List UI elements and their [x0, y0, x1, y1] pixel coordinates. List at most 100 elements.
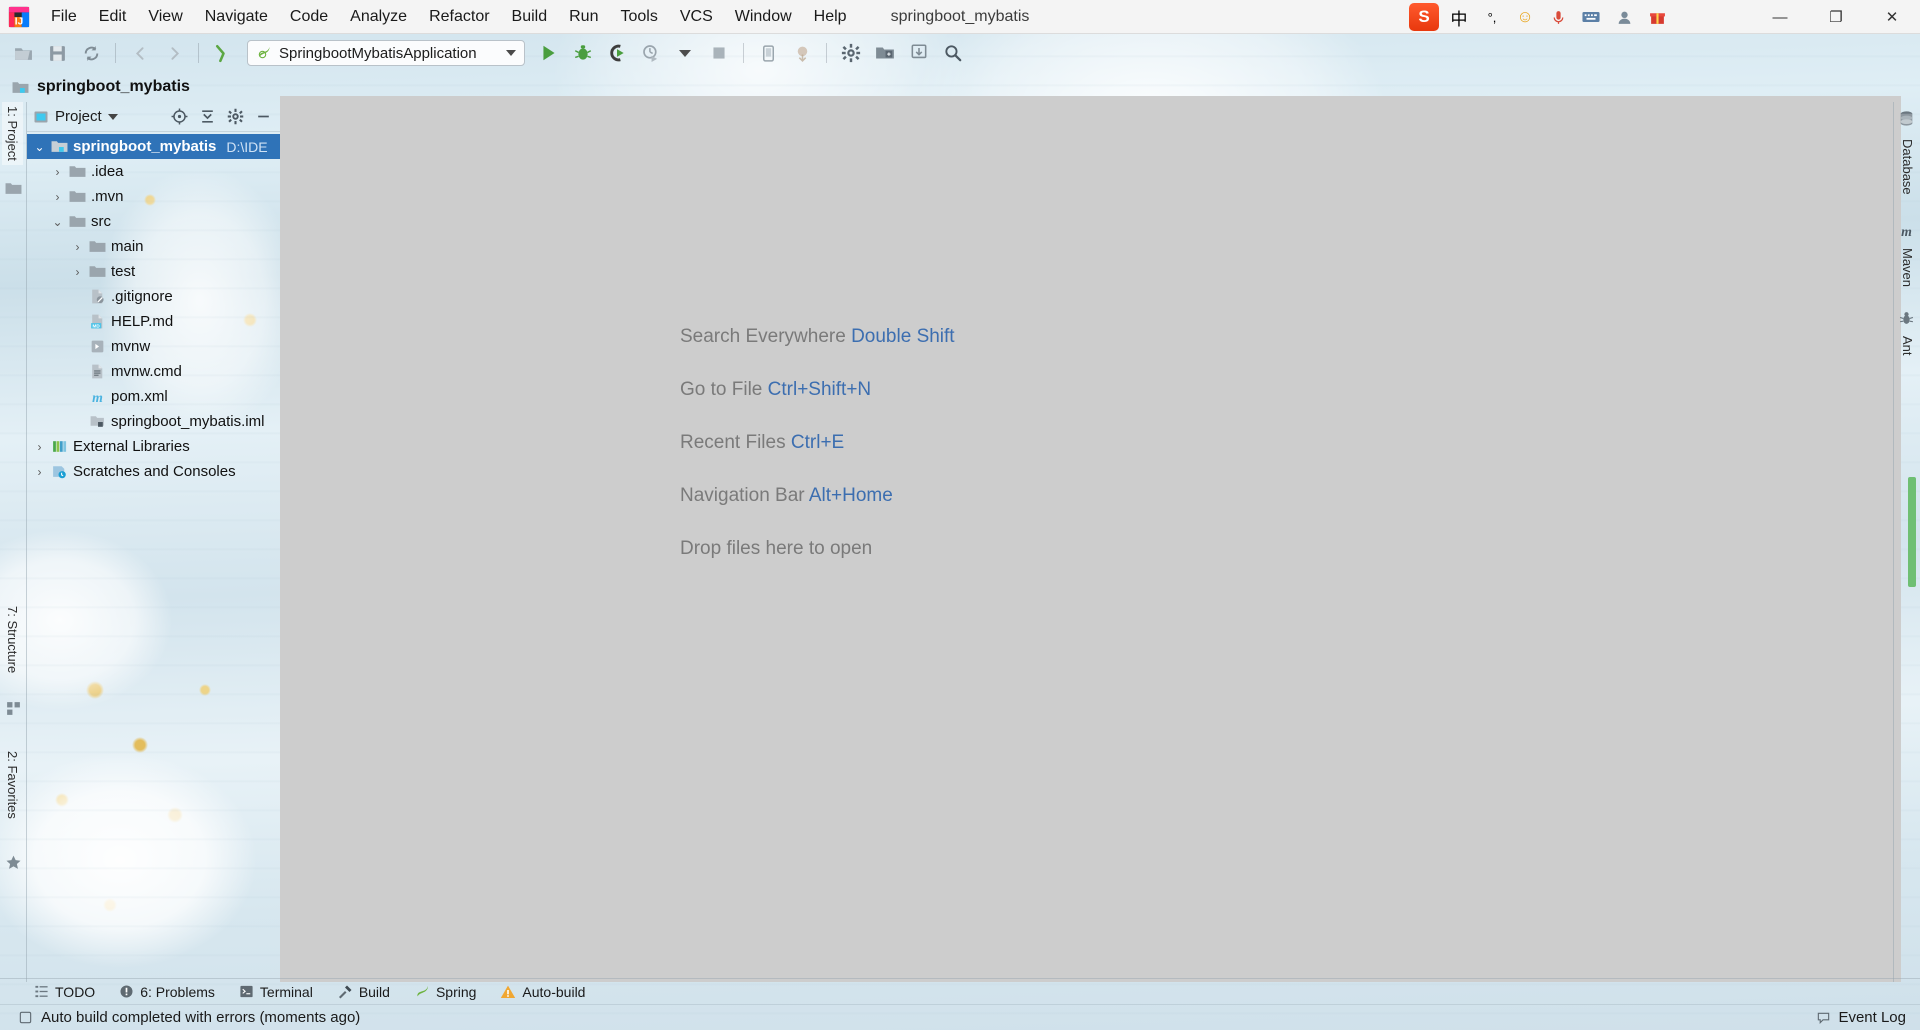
forward-icon[interactable] — [159, 38, 189, 68]
punctuation-mode-icon[interactable]: °, — [1479, 4, 1505, 30]
system-tray: S 中 °, ☺ — [1409, 0, 1670, 34]
keyboard-icon[interactable] — [1578, 4, 1604, 30]
sdk-manager-icon[interactable] — [787, 38, 817, 68]
stop-icon[interactable] — [704, 38, 734, 68]
build-hammer-icon — [338, 985, 352, 998]
tree-node-springboot-mybatis[interactable]: ⌄ springboot_mybatis D:\IDE — [27, 134, 280, 159]
tree-node-test[interactable]: › test — [27, 259, 280, 284]
menu-window[interactable]: Window — [724, 0, 803, 33]
project-view-icon — [34, 111, 48, 122]
search-everywhere-icon[interactable] — [938, 38, 968, 68]
run-configuration-selector[interactable]: SpringbootMybatisApplication — [247, 40, 525, 66]
sync-icon[interactable] — [76, 38, 106, 68]
menu-view[interactable]: View — [137, 0, 193, 33]
tree-node-help-md[interactable]: › MD HELP.md — [27, 309, 280, 334]
menu-code[interactable]: Code — [279, 0, 339, 33]
sidebar-item-ant[interactable]: Ant — [1897, 332, 1918, 360]
sidebar-item-favorites[interactable]: 2: Favorites — [2, 747, 23, 823]
user-icon[interactable] — [1611, 4, 1637, 30]
microphone-icon[interactable] — [1545, 4, 1571, 30]
chevron-right-icon[interactable]: › — [51, 165, 64, 179]
debug-icon[interactable] — [568, 38, 598, 68]
hint-go-to-file-label: Go to File — [680, 379, 763, 400]
update-project-icon[interactable] — [904, 38, 934, 68]
sidebar-item-database[interactable]: Database — [1897, 135, 1918, 199]
markdown-file-icon: MD — [91, 314, 103, 328]
minimize-button[interactable]: — — [1752, 0, 1808, 34]
sidebar-item-project[interactable]: 1: Project — [2, 102, 23, 165]
emoji-icon[interactable]: ☺ — [1512, 4, 1538, 30]
collapse-all-icon[interactable] — [196, 106, 218, 128]
gift-icon[interactable] — [1644, 4, 1670, 30]
open-project-icon[interactable] — [8, 38, 38, 68]
tree-node-mvnw[interactable]: › mvnw — [27, 334, 280, 359]
tree-node-src[interactable]: ⌄ src — [27, 209, 280, 234]
event-log-icon — [1818, 1012, 1830, 1025]
menu-help[interactable]: Help — [803, 0, 858, 33]
close-button[interactable]: ✕ — [1864, 0, 1920, 34]
chevron-down-icon[interactable]: ⌄ — [51, 215, 64, 229]
bottom-item-todo[interactable]: TODO — [22, 980, 107, 1004]
tree-node-pom-xml[interactable]: › m pom.xml — [27, 384, 280, 409]
tree-node-external-libraries[interactable]: › External Libraries — [27, 434, 280, 459]
project-structure-icon[interactable] — [870, 38, 900, 68]
sidebar-item-structure[interactable]: 7: Structure — [2, 602, 23, 677]
tree-node-mvnw-cmd[interactable]: › mvnw.cmd — [27, 359, 280, 384]
chevron-down-icon[interactable] — [506, 50, 516, 56]
menu-refactor[interactable]: Refactor — [418, 0, 500, 33]
settings-gear-icon[interactable] — [836, 38, 866, 68]
profile-icon[interactable] — [636, 38, 666, 68]
maximize-button[interactable]: ❐ — [1808, 0, 1864, 34]
menu-edit[interactable]: Edit — [88, 0, 138, 33]
event-log-label[interactable]: Event Log — [1838, 1009, 1906, 1026]
bottom-item-problems-label: 6: Problems — [140, 983, 215, 1000]
chevron-down-icon[interactable]: ⌄ — [33, 140, 46, 154]
chevron-down-icon[interactable] — [107, 113, 118, 120]
chevron-right-icon[interactable]: › — [51, 190, 64, 204]
device-manager-icon[interactable] — [753, 38, 783, 68]
scroll-from-source-icon[interactable] — [168, 106, 190, 128]
menu-file[interactable]: File — [40, 0, 88, 33]
folder-icon — [69, 166, 86, 177]
project-window-title: Project — [55, 108, 102, 125]
sidebar-item-maven[interactable]: Maven — [1897, 244, 1918, 291]
chevron-right-icon[interactable]: › — [71, 240, 84, 254]
tree-node-mvn[interactable]: › .mvn — [27, 184, 280, 209]
chinese-input-mode-icon[interactable]: 中 — [1446, 4, 1472, 30]
tree-node-idea[interactable]: › .idea — [27, 159, 280, 184]
folder-icon — [69, 216, 86, 227]
menu-analyze[interactable]: Analyze — [339, 0, 418, 33]
run-icon[interactable] — [534, 38, 564, 68]
tree-node-scratches-and-consoles[interactable]: › Scratches and Consoles — [27, 459, 280, 484]
editor-scrollbar-thumb[interactable] — [1908, 477, 1916, 587]
menu-vcs[interactable]: VCS — [669, 0, 724, 33]
bottom-item-build[interactable]: Build — [325, 980, 402, 1004]
tree-node-gitignore[interactable]: › .gitignore — [27, 284, 280, 309]
hide-window-icon[interactable] — [252, 106, 274, 128]
settings-gear-icon[interactable] — [224, 106, 246, 128]
chevron-right-icon[interactable]: › — [33, 440, 46, 454]
back-icon[interactable] — [125, 38, 155, 68]
editor-empty-area[interactable]: Search Everywhere Double Shift Go to Fil… — [280, 96, 1901, 982]
bottom-item-auto-build[interactable]: Auto-build — [488, 980, 597, 1004]
bottom-item-spring[interactable]: Spring — [402, 980, 488, 1004]
hint-recent-files-label: Recent Files — [680, 432, 786, 453]
structure-blocks-icon — [7, 702, 20, 715]
sogou-ime-logo[interactable]: S — [1409, 3, 1439, 31]
run-with-coverage-icon[interactable] — [602, 38, 632, 68]
compile-icon[interactable] — [208, 38, 238, 68]
tree-node-main[interactable]: › main — [27, 234, 280, 259]
hint-go-to-file: Go to File Ctrl+Shift+N — [680, 379, 955, 401]
menu-tools[interactable]: Tools — [609, 0, 668, 33]
bottom-item-problems[interactable]: 6: Problems — [107, 980, 227, 1004]
tree-node-iml[interactable]: › springboot_mybatis.iml — [27, 409, 280, 434]
window-controls: — ❐ ✕ — [1752, 0, 1920, 34]
chevron-right-icon[interactable]: › — [33, 465, 46, 479]
menu-run[interactable]: Run — [558, 0, 609, 33]
menu-navigate[interactable]: Navigate — [194, 0, 279, 33]
menu-build[interactable]: Build — [501, 0, 559, 33]
save-all-icon[interactable] — [42, 38, 72, 68]
run-config-dropdown-icon[interactable] — [670, 38, 700, 68]
bottom-item-terminal[interactable]: Terminal — [227, 980, 325, 1004]
chevron-right-icon[interactable]: › — [71, 265, 84, 279]
